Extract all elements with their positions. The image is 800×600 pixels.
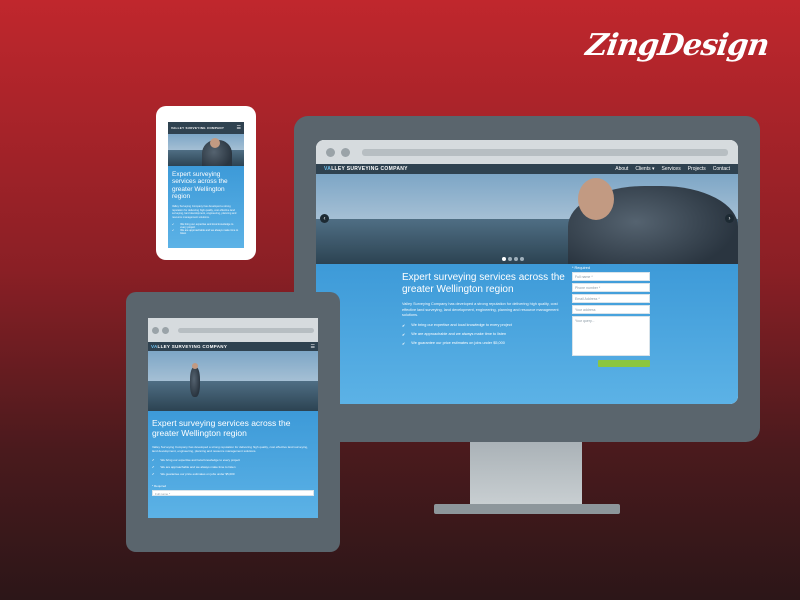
check-icon: ✔ (152, 465, 155, 470)
monitor-neck (470, 442, 582, 506)
desktop-lead: Valley Surveying Company has developed a… (402, 302, 559, 317)
desktop-screen: VALLEY SURVEYING COMPANY About Clients ▾… (316, 140, 738, 404)
check-icon: ✔ (152, 472, 155, 477)
desktop-benefit: ✔ We guarantee our price estimates on job… (402, 340, 505, 346)
desktop-brand[interactable]: VALLEY SURVEYING COMPANY (324, 166, 408, 172)
desktop-monitor: VALLEY SURVEYING COMPANY About Clients ▾… (294, 116, 760, 442)
check-icon: ✔ (402, 341, 406, 346)
phone-lead: Valley Surveying Company has developed a… (172, 204, 237, 220)
check-icon: ✔ (152, 458, 155, 463)
check-icon: ✔ (402, 332, 406, 337)
check-icon: ✔ (172, 228, 175, 232)
monitor-base (434, 504, 620, 514)
menu-icon[interactable]: ☰ (237, 125, 241, 131)
browser-dot (162, 326, 169, 334)
slider-next-icon[interactable]: › (725, 214, 734, 223)
contact-form: * Required Full name * Phone number * Em… (572, 266, 650, 367)
chevron-down-icon: ▾ (652, 166, 655, 172)
nav-projects[interactable]: Projects (688, 166, 706, 172)
full-name-field[interactable]: Full name * (572, 272, 650, 281)
nav-clients[interactable]: Clients ▾ (635, 166, 654, 172)
query-textarea[interactable]: Your query... (572, 316, 650, 356)
desktop-benefit: ✔ We bring our expertise and local knowle… (402, 322, 512, 328)
desktop-site-nav: VALLEY SURVEYING COMPANY About Clients ▾… (316, 164, 738, 174)
browser-chrome (316, 140, 738, 164)
phone-site-nav: VALLEY SURVEYING COMPANY ☰ (168, 122, 244, 134)
desktop-headline: Expert surveying services across the gre… (402, 272, 565, 295)
zingdesign-logo: ZingDesign (583, 28, 771, 63)
check-icon: ✔ (172, 222, 175, 226)
required-note: * Required (572, 266, 590, 270)
nav-about[interactable]: About (615, 166, 628, 172)
browser-dot (152, 326, 159, 334)
phone-hero-image (168, 134, 244, 166)
tablet-full-name-field[interactable]: Full name * (152, 490, 314, 497)
tablet-lead: Valley Surveying Company has developed a… (152, 444, 308, 453)
tablet-brand[interactable]: VALLEY SURVEYING COMPANY (151, 344, 227, 349)
tablet-site-nav: VALLEY SURVEYING COMPANY ☰ (148, 342, 318, 351)
phone-benefit: ✔ We are approachable and we always make … (172, 228, 239, 235)
tablet-screen: VALLEY SURVEYING COMPANY ☰ Expert survey… (148, 318, 318, 518)
nav-services[interactable]: Services (662, 166, 681, 172)
nav-contact[interactable]: Contact (713, 166, 730, 172)
slider-dots[interactable] (502, 257, 524, 261)
tablet-headline: Expert surveying services across the gre… (152, 418, 291, 438)
phone-brand: VALLEY SURVEYING COMPANY (171, 126, 225, 130)
check-icon: ✔ (402, 323, 406, 328)
submit-button[interactable] (598, 360, 650, 367)
phone-screen: VALLEY SURVEYING COMPANY ☰ Expert survey… (168, 122, 244, 248)
tablet-hero-image (148, 351, 318, 411)
address-bar[interactable] (362, 148, 728, 156)
desktop-benefit: ✔ We are approachable and we always make … (402, 331, 507, 337)
phone-headline: Expert surveying services across the gre… (172, 171, 228, 201)
tablet-browser-chrome (148, 318, 318, 342)
desktop-hero-slider: ‹ › (316, 174, 738, 264)
tablet-required-note: * Required (152, 484, 167, 489)
slider-prev-icon[interactable]: ‹ (320, 214, 329, 223)
browser-dot (326, 147, 335, 157)
phone-field[interactable]: Phone number * (572, 283, 650, 292)
browser-dot (341, 147, 350, 157)
tablet-benefit: ✔ We bring our expertise and local knowle… (152, 458, 241, 463)
phone-device: VALLEY SURVEYING COMPANY ☰ Expert survey… (156, 106, 256, 260)
address-field[interactable]: Your address (572, 305, 650, 314)
tablet-benefit: ✔ We are approachable and we always make … (152, 465, 236, 470)
menu-icon[interactable]: ☰ (311, 344, 315, 350)
tablet-device: VALLEY SURVEYING COMPANY ☰ Expert survey… (126, 292, 340, 552)
tablet-address-bar[interactable] (178, 327, 314, 333)
tablet-benefit: ✔ We guarantee our price estimates on job… (152, 472, 235, 477)
email-field[interactable]: Email Address * (572, 294, 650, 303)
